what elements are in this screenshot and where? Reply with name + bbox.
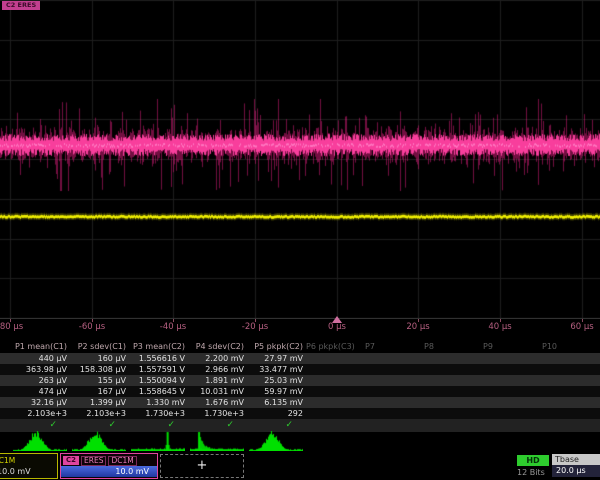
- time-axis-label: -20 µs: [242, 322, 268, 332]
- measurement-value: 363.98 µV: [11, 364, 67, 375]
- waveform-display-grid[interactable]: [0, 0, 600, 319]
- measurement-stat-row: 440 µV160 µV1.556616 V2.200 mV27.97 mV: [0, 353, 600, 364]
- measurement-value: 33.477 mV: [247, 364, 303, 375]
- time-axis-label: -80 µs: [0, 322, 23, 332]
- measurement-value: 10.031 mV: [188, 386, 244, 397]
- histicon-row: [0, 431, 600, 452]
- measurement-value: 158.308 µV: [70, 364, 126, 375]
- measurement-value: 32.16 µV: [11, 397, 67, 408]
- measurement-header[interactable]: P1 mean(C1): [11, 340, 67, 353]
- c1-coupling-label: DC1M: [0, 456, 15, 465]
- measurement-value: 1.730e+3: [129, 408, 185, 419]
- measurement-value: 1.550094 V: [129, 375, 185, 386]
- histicon-bell[interactable]: [72, 431, 126, 451]
- histicon-bell[interactable]: [13, 431, 67, 451]
- measurement-value: 2.103e+3: [70, 408, 126, 419]
- tbase-value: 20.0 µs: [552, 465, 600, 477]
- measurement-value: 2.966 mV: [188, 364, 244, 375]
- measurement-value: 1.676 mV: [188, 397, 244, 408]
- c2-volts-per-div: 10.0 mV: [61, 466, 157, 477]
- c2-coupling-label: DC1M: [108, 456, 136, 466]
- measurement-header[interactable]: P7: [365, 340, 375, 353]
- measurement-value: 292: [247, 408, 303, 419]
- time-axis-label: 0 µs: [328, 322, 346, 332]
- histicon-bell[interactable]: [249, 431, 303, 451]
- measurement-value: 440 µV: [11, 353, 67, 364]
- add-trace-button[interactable]: +: [160, 454, 244, 478]
- oscilloscope-screen: C2 ERES -80 µs -60 µs -40 µs -20 µs 0 µs 20 µ…: [0, 0, 600, 480]
- measurement-header-row: P1 mean(C1)P2 sdev(C1)P3 mean(C2)P4 sdev…: [0, 340, 600, 353]
- timebase-descriptor[interactable]: Tbase 20.0 µs: [552, 454, 600, 478]
- measurement-value: 263 µV: [11, 375, 67, 386]
- measurement-header[interactable]: P8: [424, 340, 434, 353]
- measurement-value: 27.97 mV: [247, 353, 303, 364]
- measurement-value: 59.97 mV: [247, 386, 303, 397]
- measurement-value: 167 µV: [70, 386, 126, 397]
- measurement-value: 160 µV: [70, 353, 126, 364]
- time-axis-label: -40 µs: [160, 322, 186, 332]
- measurement-stat-row: 2.103e+32.103e+31.730e+31.730e+3292: [0, 408, 600, 419]
- tbase-title: Tbase: [552, 454, 600, 465]
- measurement-header[interactable]: P4 sdev(C2): [188, 340, 244, 353]
- measurement-header[interactable]: P3 mean(C2): [129, 340, 185, 353]
- hd-mode-badge[interactable]: HD: [517, 455, 549, 466]
- measurement-value: 1.557591 V: [129, 364, 185, 375]
- measurement-header[interactable]: P9: [483, 340, 493, 353]
- measurement-value: 6.135 mV: [247, 397, 303, 408]
- time-axis-label: 60 µs: [570, 322, 593, 332]
- time-axis-label: 40 µs: [488, 322, 511, 332]
- measurement-header[interactable]: P5 pkpk(C2): [247, 340, 303, 353]
- measurement-table: P1 mean(C1)P2 sdev(C1)P3 mean(C2)P4 sdev…: [0, 340, 600, 432]
- bit-resolution-label: 12 Bits: [517, 468, 545, 477]
- histicon-spike-left[interactable]: [190, 431, 244, 451]
- measurement-value: 25.03 mV: [247, 375, 303, 386]
- measurement-value: 474 µV: [11, 386, 67, 397]
- time-axis-label: -60 µs: [79, 322, 105, 332]
- measurement-header[interactable]: P6 pkpk(C3): [306, 340, 355, 353]
- histicon-spike-right[interactable]: [131, 431, 185, 451]
- measurement-value: 1.399 µV: [70, 397, 126, 408]
- c2-eres-tag: ERES: [81, 456, 106, 466]
- measurement-stat-row: 363.98 µV158.308 µV1.557591 V2.966 mV33.…: [0, 364, 600, 375]
- measurement-stat-row: 32.16 µV1.399 µV1.330 mV1.676 mV6.135 mV: [0, 397, 600, 408]
- measurement-value: 1.330 mV: [129, 397, 185, 408]
- measurement-header[interactable]: P2 sdev(C1): [70, 340, 126, 353]
- measurement-value: 2.200 mV: [188, 353, 244, 364]
- channel-bar: C1 DC1M 10.0 mV C2 ERES DC1M 10.0 mV + H…: [0, 453, 600, 480]
- time-axis-label: 20 µs: [406, 322, 429, 332]
- measurement-value: 1.558645 V: [129, 386, 185, 397]
- measurement-value: 1.891 mV: [188, 375, 244, 386]
- c2-label-tag: C2: [63, 456, 79, 465]
- channel-c1-descriptor[interactable]: C1 DC1M 10.0 mV: [0, 453, 58, 479]
- trace-descriptor-badge[interactable]: C2 ERES: [2, 1, 40, 10]
- measurement-value: 1.730e+3: [188, 408, 244, 419]
- measurement-header[interactable]: P10: [542, 340, 557, 353]
- measurement-value: 1.556616 V: [129, 353, 185, 364]
- measurement-stat-row: 263 µV155 µV1.550094 V1.891 mV25.03 mV: [0, 375, 600, 386]
- measurement-value: 155 µV: [70, 375, 126, 386]
- trigger-position-marker[interactable]: [332, 316, 342, 323]
- channel-c2-descriptor[interactable]: C2 ERES DC1M 10.0 mV: [60, 453, 158, 479]
- measurement-value: 2.103e+3: [11, 408, 67, 419]
- c1-volts-per-div: 10.0 mV: [0, 466, 57, 477]
- measurement-stat-row: 474 µV167 µV1.558645 V10.031 mV59.97 mV: [0, 386, 600, 397]
- timebase-axis: -80 µs -60 µs -40 µs -20 µs 0 µs 20 µs 40 µs 60…: [0, 319, 600, 335]
